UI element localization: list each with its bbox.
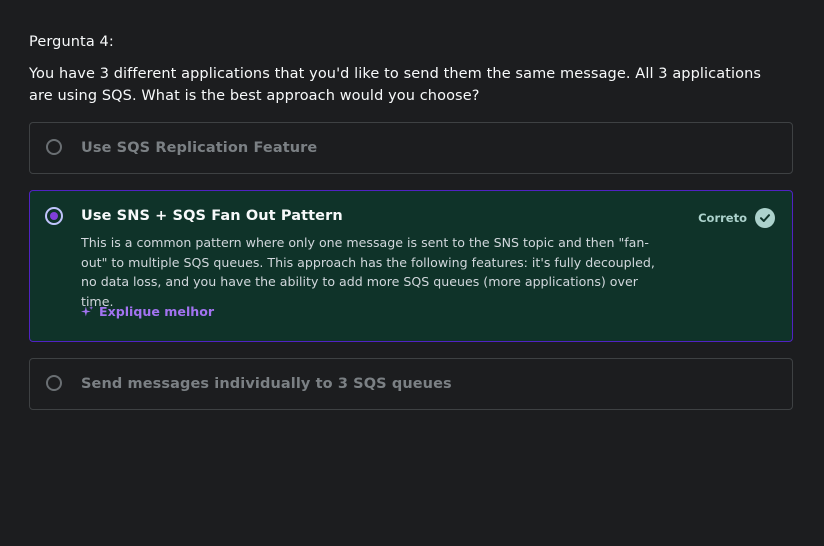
- question-text: You have 3 different applications that y…: [29, 66, 762, 104]
- answer-option-1[interactable]: Use SQS Replication Feature: [29, 122, 793, 174]
- answer-option-title: Use SNS + SQS Fan Out Pattern: [81, 208, 343, 224]
- check-circle-icon: [755, 208, 775, 228]
- correct-label: Correto: [698, 211, 747, 225]
- sparkle-icon: [81, 305, 94, 317]
- radio-button[interactable]: [46, 139, 62, 155]
- radio-button[interactable]: [46, 375, 62, 391]
- radio-button-selected[interactable]: [45, 207, 63, 225]
- correct-badge: Correto: [698, 208, 775, 228]
- answer-explanation: This is a common pattern where only one …: [81, 235, 655, 309]
- answer-option-3[interactable]: Send messages individually to 3 SQS queu…: [29, 358, 793, 410]
- answer-option-title: Use SQS Replication Feature: [81, 140, 318, 156]
- answer-option-title: Send messages individually to 3 SQS queu…: [81, 376, 452, 392]
- explain-more-link[interactable]: Explique melhor: [81, 304, 214, 319]
- answer-option-2[interactable]: Use SNS + SQS Fan Out Pattern This is a …: [29, 190, 793, 342]
- explain-more-label: Explique melhor: [99, 304, 215, 319]
- quiz-page: Pergunta 4: You have 3 different applica…: [0, 0, 824, 546]
- question-number: Pergunta 4:: [29, 34, 114, 50]
